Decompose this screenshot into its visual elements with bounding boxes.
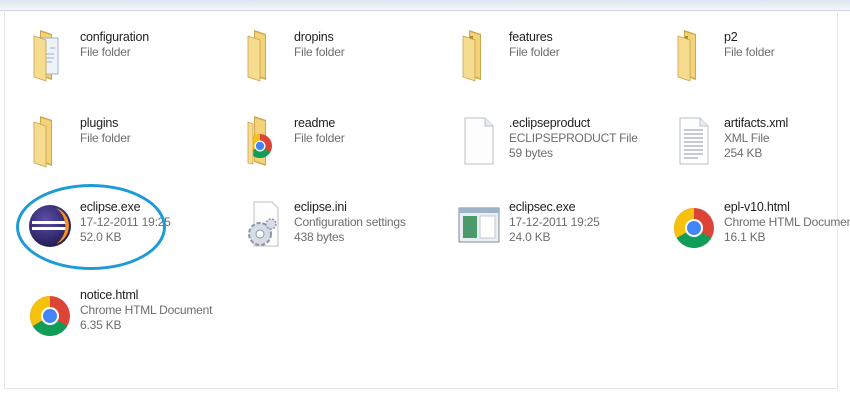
file-item-readme[interactable]: readme File folder [240, 112, 445, 174]
file-item-plugins[interactable]: plugins File folder [26, 112, 231, 174]
file-name: artifacts.xml [724, 116, 789, 130]
file-item-configuration[interactable]: configuration File folder [26, 26, 231, 88]
file-item-p2[interactable]: p2 File folder [670, 26, 850, 88]
file-name: eclipse.ini [294, 200, 347, 214]
file-name: plugins [80, 116, 119, 130]
file-size: 16.1 KB [724, 230, 766, 244]
file-item-epl-v10-html[interactable]: epl-v10.html Chrome HTML Document 16.1 K… [670, 196, 850, 258]
file-type: Chrome HTML Document [80, 303, 213, 317]
file-name: configuration [80, 30, 149, 44]
file-size: 59 bytes [509, 146, 553, 160]
folder-icon [455, 26, 503, 82]
file-name: .eclipseproduct [509, 116, 591, 130]
file-type: File folder [724, 45, 775, 59]
application-window-icon [455, 196, 503, 252]
file-name: dropins [294, 30, 334, 44]
file-item-eclipseproduct[interactable]: .eclipseproduct ECLIPSEPRODUCT File 59 b… [455, 112, 660, 174]
folder-document-icon [26, 26, 74, 82]
file-type: File folder [80, 131, 131, 145]
file-name: readme [294, 116, 336, 130]
file-date: 17-12-2011 19:25 [509, 215, 600, 229]
file-type: XML File [724, 131, 770, 145]
file-size: 6.35 KB [80, 318, 122, 332]
file-type: File folder [294, 45, 345, 59]
text-file-icon [670, 112, 718, 168]
folder-icon [26, 112, 74, 168]
file-name: epl-v10.html [724, 200, 790, 214]
file-name: eclipsec.exe [509, 200, 576, 214]
file-item-eclipse-exe[interactable]: eclipse.exe 17-12-2011 19:25 52.0 KB [26, 196, 231, 258]
file-date: 17-12-2011 19:25 [80, 215, 171, 229]
file-item-eclipse-ini[interactable]: eclipse.ini Configuration settings 438 b… [240, 196, 445, 258]
file-type: File folder [80, 45, 131, 59]
file-name: p2 [724, 30, 738, 44]
settings-file-icon [240, 196, 288, 252]
file-size: 52.0 KB [80, 230, 122, 244]
file-item-artifacts-xml[interactable]: artifacts.xml XML File 254 KB [670, 112, 850, 174]
file-name: eclipse.exe [80, 200, 141, 214]
folder-chrome-icon [240, 112, 288, 168]
eclipse-icon [26, 196, 74, 252]
file-type: ECLIPSEPRODUCT File [509, 131, 638, 145]
file-size: 438 bytes [294, 230, 345, 244]
file-item-dropins[interactable]: dropins File folder [240, 26, 445, 88]
chrome-icon [26, 284, 74, 340]
file-item-features[interactable]: features File folder [455, 26, 660, 88]
folder-icon [240, 26, 288, 82]
file-type: Chrome HTML Document [724, 215, 850, 229]
file-type: File folder [509, 45, 560, 59]
file-type: Configuration settings [294, 215, 406, 229]
file-name: features [509, 30, 553, 44]
file-type: File folder [294, 131, 345, 145]
file-item-eclipsec-exe[interactable]: eclipsec.exe 17-12-2011 19:25 24.0 KB [455, 196, 660, 258]
file-name: notice.html [80, 288, 139, 302]
chrome-icon [670, 196, 718, 252]
blank-file-icon [455, 112, 503, 168]
file-size: 254 KB [724, 146, 763, 160]
folder-icon [670, 26, 718, 82]
file-item-notice-html[interactable]: notice.html Chrome HTML Document 6.35 KB [26, 284, 231, 346]
file-size: 24.0 KB [509, 230, 551, 244]
